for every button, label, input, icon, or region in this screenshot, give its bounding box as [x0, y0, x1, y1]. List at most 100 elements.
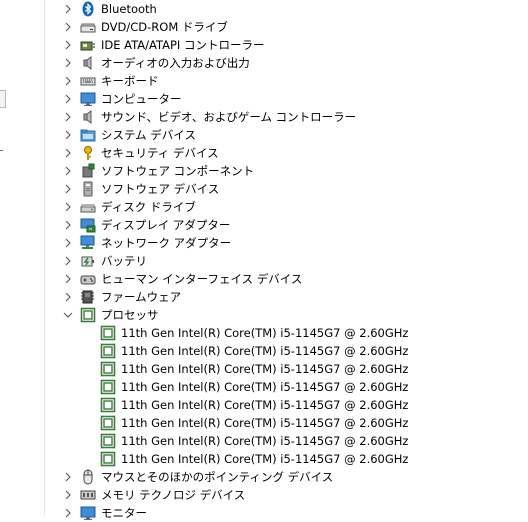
processor-icon: [100, 415, 116, 431]
mouse-icon: [80, 469, 96, 485]
tree-category-row[interactable]: コンピューター: [45, 90, 528, 108]
tree-category-row[interactable]: ソフトウェア デバイス: [45, 180, 528, 198]
chevron-right-icon[interactable]: [63, 216, 73, 234]
chevron-right-icon[interactable]: [63, 36, 73, 54]
bluetooth-icon: [80, 1, 96, 17]
tree-category-row[interactable]: セキュリティ デバイス: [45, 144, 528, 162]
tree-category-row[interactable]: DVD/CD-ROM ドライブ: [45, 18, 528, 36]
tree-category-row[interactable]: プロセッサ: [45, 306, 528, 324]
tree-category-label: ソフトウェア デバイス: [101, 182, 220, 196]
tree-processor-row[interactable]: 11th Gen Intel(R) Core(TM) i5-1145G7 @ 2…: [45, 324, 528, 342]
hid-icon: [80, 271, 96, 287]
processor-icon: [100, 343, 116, 359]
tree-category-label: プロセッサ: [101, 308, 159, 322]
ide-controller-icon: [80, 37, 96, 53]
processor-icon: [100, 325, 116, 341]
tree-category-row[interactable]: IDE ATA/ATAPI コントローラー: [45, 36, 528, 54]
tree-category-row[interactable]: ヒューマン インターフェイス デバイス: [45, 270, 528, 288]
device-icon: [80, 181, 96, 197]
keyboard-icon: [80, 73, 96, 89]
tree-category-label: DVD/CD-ROM ドライブ: [101, 20, 228, 34]
chevron-right-icon[interactable]: [63, 18, 73, 36]
tree-category-row[interactable]: ファームウェア: [45, 288, 528, 306]
chevron-right-icon[interactable]: [63, 270, 73, 288]
tree-category-row[interactable]: オーディオの入力および出力: [45, 54, 528, 72]
chevron-down-icon[interactable]: [63, 306, 73, 324]
speaker-icon: [80, 109, 96, 125]
tree-processor-row[interactable]: 11th Gen Intel(R) Core(TM) i5-1145G7 @ 2…: [45, 414, 528, 432]
chevron-right-icon[interactable]: [63, 162, 73, 180]
chevron-right-icon[interactable]: [63, 288, 73, 306]
dvd-drive-icon: [80, 19, 96, 35]
tree-processor-label: 11th Gen Intel(R) Core(TM) i5-1145G7 @ 2…: [121, 380, 409, 394]
chevron-right-icon[interactable]: [63, 198, 73, 216]
tree-category-label: キーボード: [101, 74, 159, 88]
left-pane: [0, 0, 44, 515]
tree-category-row[interactable]: バッテリ: [45, 252, 528, 270]
tree-category-row[interactable]: ソフトウェア コンポーネント: [45, 162, 528, 180]
tree-category-label: システム デバイス: [101, 128, 196, 142]
tree-processor-label: 11th Gen Intel(R) Core(TM) i5-1145G7 @ 2…: [121, 398, 409, 412]
tree-category-label: メモリ テクノロジ デバイス: [101, 488, 246, 502]
processor-icon: [80, 307, 96, 323]
chevron-right-icon[interactable]: [63, 90, 73, 108]
chevron-right-icon[interactable]: [63, 108, 73, 126]
tree-category-label: コンピューター: [101, 92, 182, 106]
processor-icon: [100, 397, 116, 413]
tree-processor-row[interactable]: 11th Gen Intel(R) Core(TM) i5-1145G7 @ 2…: [45, 396, 528, 414]
tree-processor-label: 11th Gen Intel(R) Core(TM) i5-1145G7 @ 2…: [121, 452, 409, 466]
tree-category-label: セキュリティ デバイス: [101, 146, 219, 160]
tree-processor-row[interactable]: 11th Gen Intel(R) Core(TM) i5-1145G7 @ 2…: [45, 342, 528, 360]
tree-processor-row[interactable]: 11th Gen Intel(R) Core(TM) i5-1145G7 @ 2…: [45, 432, 528, 450]
left-pane-scrollbar-fragment[interactable]: [0, 90, 6, 108]
tree-processor-label: 11th Gen Intel(R) Core(TM) i5-1145G7 @ 2…: [121, 326, 409, 340]
tree-category-row[interactable]: ネットワーク アダプター: [45, 234, 528, 252]
key-icon: [80, 145, 96, 161]
chevron-right-icon[interactable]: [63, 252, 73, 270]
tree-processor-row[interactable]: 11th Gen Intel(R) Core(TM) i5-1145G7 @ 2…: [45, 378, 528, 396]
chevron-right-icon[interactable]: [63, 180, 73, 198]
processor-icon: [100, 379, 116, 395]
battery-icon: [80, 253, 96, 269]
chevron-right-icon[interactable]: [63, 0, 73, 18]
memory-icon: [80, 487, 96, 503]
processor-icon: [100, 361, 116, 377]
tree-category-label: マウスとそのほかのポインティング デバイス: [101, 470, 334, 484]
tree-category-label: サウンド、ビデオ、およびゲーム コントローラー: [101, 110, 357, 124]
tree-category-label: ヒューマン インターフェイス デバイス: [101, 272, 303, 286]
tree-category-row[interactable]: Bluetooth: [45, 0, 528, 18]
tree-category-row[interactable]: モニター: [45, 504, 528, 522]
tree-processor-label: 11th Gen Intel(R) Core(TM) i5-1145G7 @ 2…: [121, 362, 409, 376]
tree-category-row[interactable]: メモリ テクノロジ デバイス: [45, 486, 528, 504]
tree-category-row[interactable]: システム デバイス: [45, 126, 528, 144]
chevron-right-icon[interactable]: [63, 144, 73, 162]
tree-category-label: バッテリ: [101, 254, 147, 268]
tree-category-label: ネットワーク アダプター: [101, 236, 232, 250]
chevron-right-icon[interactable]: [63, 468, 73, 486]
chevron-right-icon[interactable]: [63, 486, 73, 504]
tree-processor-label: 11th Gen Intel(R) Core(TM) i5-1145G7 @ 2…: [121, 416, 409, 430]
tree-category-row[interactable]: キーボード: [45, 72, 528, 90]
tree-category-label: モニター: [101, 506, 147, 520]
monitor-icon: [80, 91, 96, 107]
chevron-right-icon[interactable]: [63, 54, 73, 72]
tree-category-label: ソフトウェア コンポーネント: [101, 164, 255, 178]
tree-category-row[interactable]: サウンド、ビデオ、およびゲーム コントローラー: [45, 108, 528, 126]
chevron-right-icon[interactable]: [63, 234, 73, 252]
tree-processor-row[interactable]: 11th Gen Intel(R) Core(TM) i5-1145G7 @ 2…: [45, 360, 528, 378]
tree-category-row[interactable]: マウスとそのほかのポインティング デバイス: [45, 468, 528, 486]
processor-icon: [100, 433, 116, 449]
tree-processor-row[interactable]: 11th Gen Intel(R) Core(TM) i5-1145G7 @ 2…: [45, 450, 528, 468]
chevron-right-icon[interactable]: [63, 72, 73, 90]
tree-category-label: オーディオの入力および出力: [101, 56, 250, 70]
tree-category-row[interactable]: ディスプレイ アダプター: [45, 216, 528, 234]
chevron-right-icon[interactable]: [63, 126, 73, 144]
puzzle-icon: [80, 163, 96, 179]
tree-category-label: IDE ATA/ATAPI コントローラー: [101, 38, 265, 52]
network-icon: [80, 235, 96, 251]
processor-icon: [100, 451, 116, 467]
folder-icon: [80, 127, 96, 143]
tree-category-row[interactable]: ディスク ドライブ: [45, 198, 528, 216]
chevron-right-icon[interactable]: [63, 504, 73, 522]
tree-category-label: ファームウェア: [101, 290, 182, 304]
